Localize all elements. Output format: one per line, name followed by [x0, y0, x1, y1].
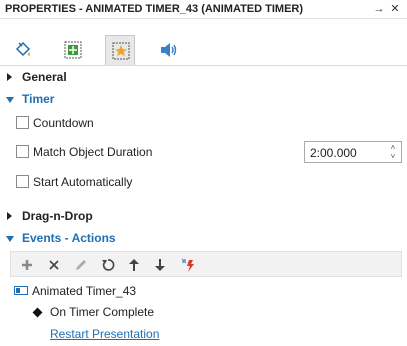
move-down-icon[interactable] [150, 255, 170, 275]
start-automatically-checkbox[interactable] [16, 175, 29, 188]
section-general[interactable]: General [0, 67, 407, 87]
event-object-row[interactable]: Animated Timer_43 [0, 281, 407, 301]
event-object-label: Animated Timer_43 [32, 284, 137, 298]
event-trigger-label: On Timer Complete [50, 305, 155, 319]
start-automatically-label: Start Automatically [33, 175, 133, 189]
diamond-icon [32, 307, 43, 318]
panel-titlebar: PROPERTIES - ANIMATED TIMER_43 (ANIMATED… [0, 0, 407, 19]
expand-arrow-icon [7, 73, 12, 81]
edit-icon[interactable] [71, 255, 91, 275]
countdown-label: Countdown [33, 116, 94, 130]
stepper-up-icon[interactable]: ˄ [388, 143, 398, 152]
paint-bucket-icon [15, 41, 31, 57]
expand-arrow-icon [7, 212, 12, 220]
event-trigger-row[interactable]: On Timer Complete [0, 302, 407, 322]
section-events-actions[interactable]: Events - Actions [0, 228, 407, 248]
section-timer-label: Timer [22, 92, 55, 106]
countdown-row: Countdown [0, 112, 407, 134]
size-position-icon [64, 41, 82, 59]
section-drag-n-drop-label: Drag-n-Drop [22, 209, 93, 223]
events-toolbar [10, 251, 402, 277]
star-effects-icon [112, 42, 130, 60]
section-general-label: General [22, 70, 67, 84]
tab-sound[interactable] [153, 35, 183, 65]
sound-icon [161, 43, 177, 57]
add-icon[interactable] [17, 255, 37, 275]
restart-presentation-link[interactable]: Restart Presentation [50, 327, 159, 341]
timer-object-icon [14, 286, 28, 295]
section-events-actions-label: Events - Actions [22, 231, 116, 245]
wand-icon[interactable] [178, 255, 198, 275]
close-icon[interactable]: ✕ [388, 2, 402, 16]
properties-tabs [0, 20, 407, 66]
tab-effects[interactable] [105, 35, 135, 65]
match-object-duration-label: Match Object Duration [33, 145, 153, 159]
section-drag-n-drop[interactable]: Drag-n-Drop [0, 206, 407, 226]
stepper-down-icon[interactable]: ˅ [388, 152, 398, 161]
collapse-arrow-icon [6, 97, 14, 103]
tab-fill[interactable] [8, 35, 38, 65]
start-automatically-row: Start Automatically [0, 171, 407, 193]
panel-title: PROPERTIES - ANIMATED TIMER_43 (ANIMATED… [5, 3, 304, 15]
delete-icon[interactable] [44, 255, 64, 275]
action-row: Restart Presentation [0, 324, 407, 344]
undo-icon[interactable] [98, 255, 118, 275]
countdown-checkbox[interactable] [16, 116, 29, 129]
tab-size-position[interactable] [58, 35, 88, 65]
pin-icon[interactable]: → [372, 2, 386, 16]
move-up-icon[interactable] [124, 255, 144, 275]
section-timer[interactable]: Timer [0, 89, 407, 109]
match-object-duration-checkbox[interactable] [16, 145, 29, 158]
duration-stepper[interactable]: 2:00.000 ˄ ˅ [304, 141, 402, 163]
collapse-arrow-icon [6, 236, 14, 242]
duration-value[interactable]: 2:00.000 [310, 146, 357, 160]
